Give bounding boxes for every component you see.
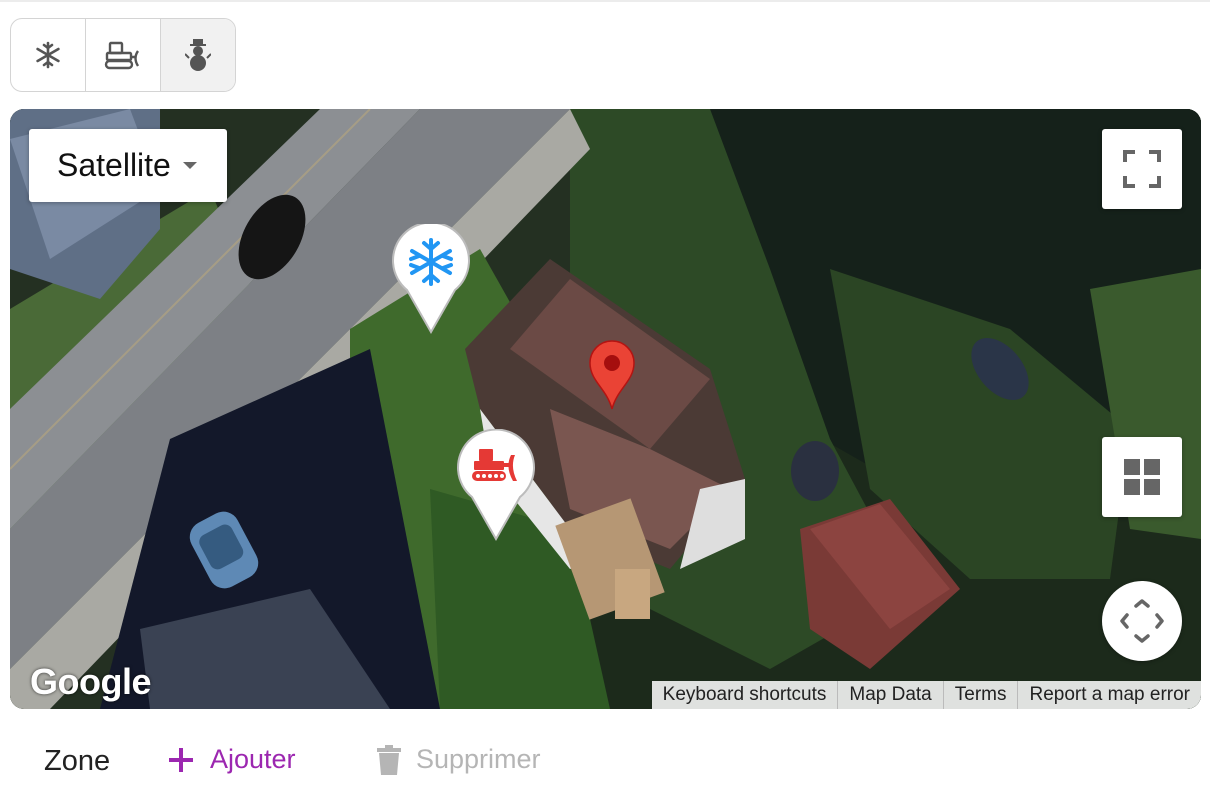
- google-logo: Google: [30, 661, 152, 702]
- snowflake-icon: [36, 41, 60, 69]
- camera-control-button[interactable]: [1102, 581, 1182, 661]
- snowplow-tool-button[interactable]: [86, 19, 161, 91]
- zone-label: Zone: [44, 745, 111, 777]
- delete-zone-button[interactable]: Supprimer: [376, 744, 541, 775]
- snowman-icon: [185, 39, 211, 71]
- map-data-link[interactable]: Map Data: [838, 681, 944, 709]
- delete-zone-label: Supprimer: [416, 744, 541, 774]
- move-arrows-icon: [1120, 599, 1164, 643]
- map-view[interactable]: Satellite Google Keyboard shortcuts Map …: [10, 109, 1201, 709]
- snowplow-icon: [104, 41, 140, 70]
- location-marker[interactable]: [587, 337, 637, 416]
- caret-down-icon: [182, 162, 197, 169]
- top-divider: [0, 0, 1210, 2]
- snowflake-tool-button[interactable]: [11, 19, 86, 91]
- snowman-tool-button[interactable]: [161, 19, 235, 91]
- keyboard-shortcuts-link[interactable]: Keyboard shortcuts: [652, 681, 839, 709]
- report-map-error-link[interactable]: Report a map error: [1018, 681, 1201, 709]
- grid-icon: [1124, 459, 1160, 495]
- fullscreen-button[interactable]: [1102, 129, 1182, 209]
- plus-icon: [169, 747, 193, 772]
- snowflake-marker[interactable]: [391, 221, 471, 339]
- trash-icon: [377, 744, 401, 775]
- map-type-selector[interactable]: Satellite: [29, 129, 227, 202]
- map-attribution-bar: Keyboard shortcuts Map Data Terms Report…: [651, 681, 1201, 709]
- location-pin-icon: [589, 340, 635, 410]
- add-zone-label: Ajouter: [210, 744, 296, 774]
- map-type-label: Satellite: [57, 147, 171, 183]
- fullscreen-icon: [1123, 150, 1161, 188]
- tool-selector: [10, 18, 236, 92]
- add-zone-button[interactable]: Ajouter: [168, 744, 296, 775]
- snowplow-marker[interactable]: [456, 428, 536, 546]
- map-layers-button[interactable]: [1102, 437, 1182, 517]
- terms-link[interactable]: Terms: [944, 681, 1019, 709]
